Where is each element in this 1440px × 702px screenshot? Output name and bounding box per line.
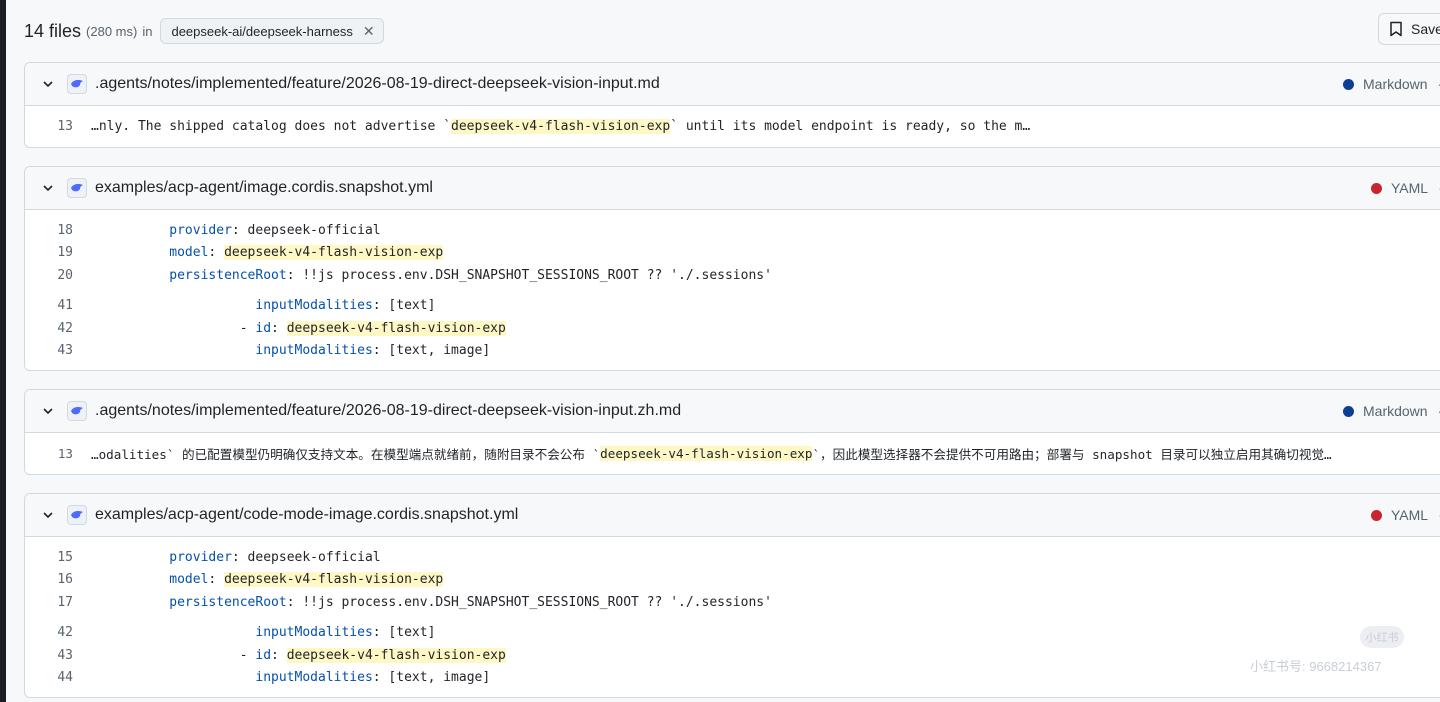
result-count: 14 files — [24, 20, 82, 41]
code-line: 41 inputModalities: [text] — [25, 295, 1440, 318]
match-highlight: deepseek-v4-flash-vision-exp — [600, 445, 813, 461]
code-line: 20 persistenceRoot: !!js process.env.DSH… — [25, 264, 1440, 287]
line-number[interactable]: 13 — [25, 446, 91, 461]
code-line: 42 inputModalities: [text] — [25, 622, 1440, 645]
result-card: examples/acp-agent/image.cordis.snapshot… — [24, 166, 1440, 371]
result-card-header: .agents/notes/implemented/feature/2026-0… — [25, 63, 1440, 106]
match-highlight: deepseek-v4-flash-vision-exp — [224, 572, 444, 588]
chevron-down-icon[interactable] — [41, 404, 55, 418]
chevron-down-icon[interactable] — [41, 508, 55, 522]
language-dot — [1343, 405, 1354, 417]
repo-filter-chip[interactable]: deepseek-ai/deepseek-harness ✕ — [160, 18, 384, 44]
in-label: in — [142, 23, 153, 39]
chevron-down-icon[interactable] — [41, 77, 55, 91]
search-timing: (280 ms) — [86, 23, 138, 39]
code-line: 19 model: deepseek-v4-flash-vision-exp — [25, 242, 1440, 265]
line-number[interactable]: 19 — [25, 245, 91, 260]
repo-avatar-icon — [67, 74, 87, 94]
repo-avatar-icon — [67, 401, 87, 421]
language-dot — [1343, 78, 1354, 90]
line-number[interactable]: 41 — [25, 298, 91, 313]
line-number[interactable]: 17 — [25, 595, 91, 610]
code-snippet: 13 …odalities` 的已配置模型仍明确仅支持文本。在模型端点就绪前，随附… — [25, 433, 1440, 465]
line-number[interactable]: 13 — [25, 119, 91, 134]
code-line: 44 inputModalities: [text, image] — [25, 667, 1440, 690]
code-line: 43 inputModalities: [text, image] — [25, 340, 1440, 363]
watermark-text: 小红书号: 9668214367 — [1250, 659, 1382, 674]
code-line: 15 provider: deepseek-official — [25, 546, 1440, 569]
line-number[interactable]: 43 — [25, 648, 91, 663]
save-search-button[interactable]: Save — [1378, 13, 1440, 45]
code-line: 16 model: deepseek-v4-flash-vision-exp — [25, 569, 1440, 592]
match-highlight: deepseek-v4-flash-vision-exp — [224, 245, 444, 261]
result-card: examples/acp-agent/code-mode-image.cordi… — [24, 493, 1440, 698]
code-line: 13 …odalities` 的已配置模型仍明确仅支持文本。在模型端点就绪前，随附… — [25, 442, 1440, 465]
language-label: YAML · — [1371, 507, 1440, 523]
language-label: Markdown · — [1343, 76, 1440, 92]
result-card: .agents/notes/implemented/feature/2026-0… — [24, 389, 1440, 475]
result-card-header: examples/acp-agent/image.cordis.snapshot… — [25, 167, 1440, 210]
close-icon[interactable]: ✕ — [363, 23, 375, 40]
result-card-header: examples/acp-agent/code-mode-image.cordi… — [25, 494, 1440, 537]
match-highlight: deepseek-v4-flash-vision-exp — [451, 118, 671, 134]
repo-filter-label: deepseek-ai/deepseek-harness — [171, 23, 353, 39]
line-number[interactable]: 15 — [25, 550, 91, 565]
result-card-header: .agents/notes/implemented/feature/2026-0… — [25, 390, 1440, 433]
code-line: 42 - id: deepseek-v4-flash-vision-exp — [25, 317, 1440, 340]
match-highlight: deepseek-v4-flash-vision-exp — [286, 647, 506, 663]
language-label: YAML · — [1371, 180, 1440, 196]
language-label: Markdown · — [1343, 403, 1440, 419]
repo-avatar-icon — [67, 178, 87, 198]
chevron-down-icon[interactable] — [41, 181, 55, 195]
watermark-badge: 小红书 — [1360, 626, 1404, 648]
line-number[interactable]: 16 — [25, 572, 91, 587]
save-label: Save — [1411, 21, 1440, 37]
code-line: 17 persistenceRoot: !!js process.env.DSH… — [25, 591, 1440, 614]
code-line: 13 …nly. The shipped catalog does not adv… — [25, 115, 1440, 138]
line-number[interactable]: 43 — [25, 343, 91, 358]
file-path-link[interactable]: .agents/notes/implemented/feature/2026-0… — [95, 402, 681, 420]
code-snippet: 13 …nly. The shipped catalog does not adv… — [25, 106, 1440, 138]
code-snippet: 18 provider: deepseek-official 19 model:… — [25, 210, 1440, 362]
code-snippet: 15 provider: deepseek-official 16 model:… — [25, 537, 1440, 689]
result-card: .agents/notes/implemented/feature/2026-0… — [24, 62, 1440, 148]
results-header: 14 files (280 ms) in deepseek-ai/deepsee… — [24, 16, 384, 46]
repo-avatar-icon — [67, 505, 87, 525]
file-path-link[interactable]: .agents/notes/implemented/feature/2026-0… — [95, 75, 660, 93]
line-number[interactable]: 44 — [25, 670, 91, 685]
line-number[interactable]: 42 — [25, 321, 91, 336]
bookmark-icon — [1390, 21, 1402, 37]
match-highlight: deepseek-v4-flash-vision-exp — [286, 320, 506, 336]
code-line: 18 provider: deepseek-official — [25, 219, 1440, 242]
language-dot — [1371, 182, 1382, 194]
search-results-pane: 14 files (280 ms) in deepseek-ai/deepsee… — [6, 0, 1440, 702]
line-number[interactable]: 42 — [25, 625, 91, 640]
language-dot — [1371, 509, 1382, 521]
file-path-link[interactable]: examples/acp-agent/code-mode-image.cordi… — [95, 506, 518, 524]
code-line: 43 - id: deepseek-v4-flash-vision-exp — [25, 644, 1440, 667]
line-number[interactable]: 20 — [25, 268, 91, 283]
line-number[interactable]: 18 — [25, 223, 91, 238]
file-path-link[interactable]: examples/acp-agent/image.cordis.snapshot… — [95, 179, 433, 197]
